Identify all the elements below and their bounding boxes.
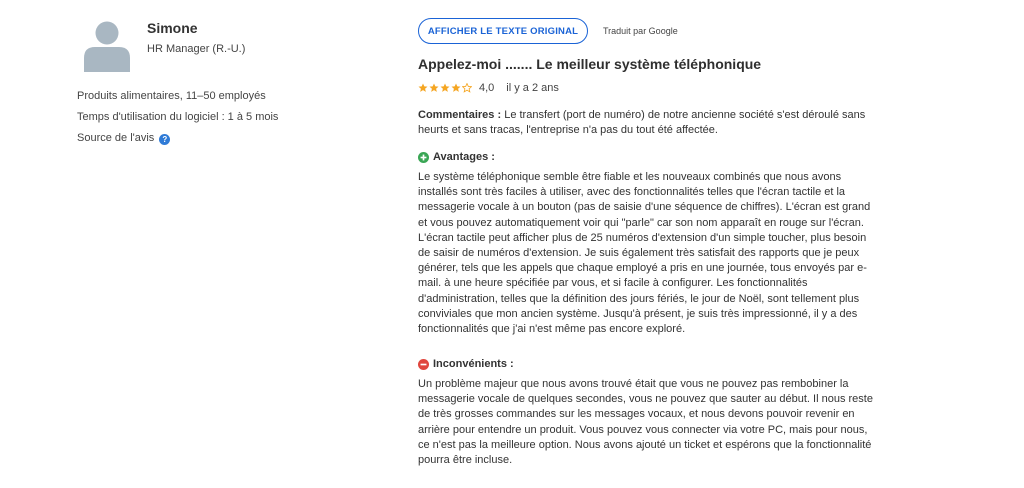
reviewer-role: HR Manager (R.-U.): [147, 43, 246, 55]
minus-circle-icon: [418, 358, 429, 370]
review-title: Appelez-moi ....... Le meilleur système …: [418, 56, 762, 72]
rating-score: 4,0: [479, 82, 495, 94]
star-rating: [418, 83, 472, 93]
reviewer-usage: Temps d'utilisation du logiciel : 1 à 5 …: [77, 111, 279, 123]
review-source: Source de l'avis ?: [77, 132, 171, 145]
review-age: il y a 2 ans: [506, 82, 559, 94]
reviewer-company: Produits alimentaires, 11–50 employés: [77, 90, 266, 102]
cons-heading: Inconvénients :: [418, 358, 514, 370]
help-icon[interactable]: ?: [159, 134, 171, 145]
star-filled-icon: [440, 83, 450, 92]
rating-row: 4,0 il y a 2 ans: [418, 82, 559, 94]
star-filled-icon: [418, 83, 428, 92]
cons-label: Inconvénients :: [433, 358, 514, 370]
review-comments: Commentaires : Le transfert (port de num…: [418, 108, 880, 138]
pros-heading: Avantages :: [418, 151, 495, 163]
show-original-button[interactable]: AFFICHER LE TEXTE ORIGINAL: [418, 18, 588, 44]
review-source-label: Source de l'avis: [77, 132, 155, 144]
comments-label: Commentaires :: [418, 109, 502, 121]
avatar-icon: [84, 21, 130, 72]
translated-by-label: Traduit par Google: [603, 26, 678, 36]
star-filled-icon: [451, 83, 461, 92]
star-filled-icon: [429, 83, 439, 92]
cons-text: Un problème majeur que nous avons trouvé…: [418, 378, 873, 467]
plus-circle-icon: [418, 151, 429, 163]
star-empty-icon: [462, 83, 472, 93]
pros-text: Le système téléphonique semble être fiab…: [418, 171, 871, 336]
pros-label: Avantages :: [433, 151, 495, 163]
reviewer-name: Simone: [147, 20, 198, 36]
